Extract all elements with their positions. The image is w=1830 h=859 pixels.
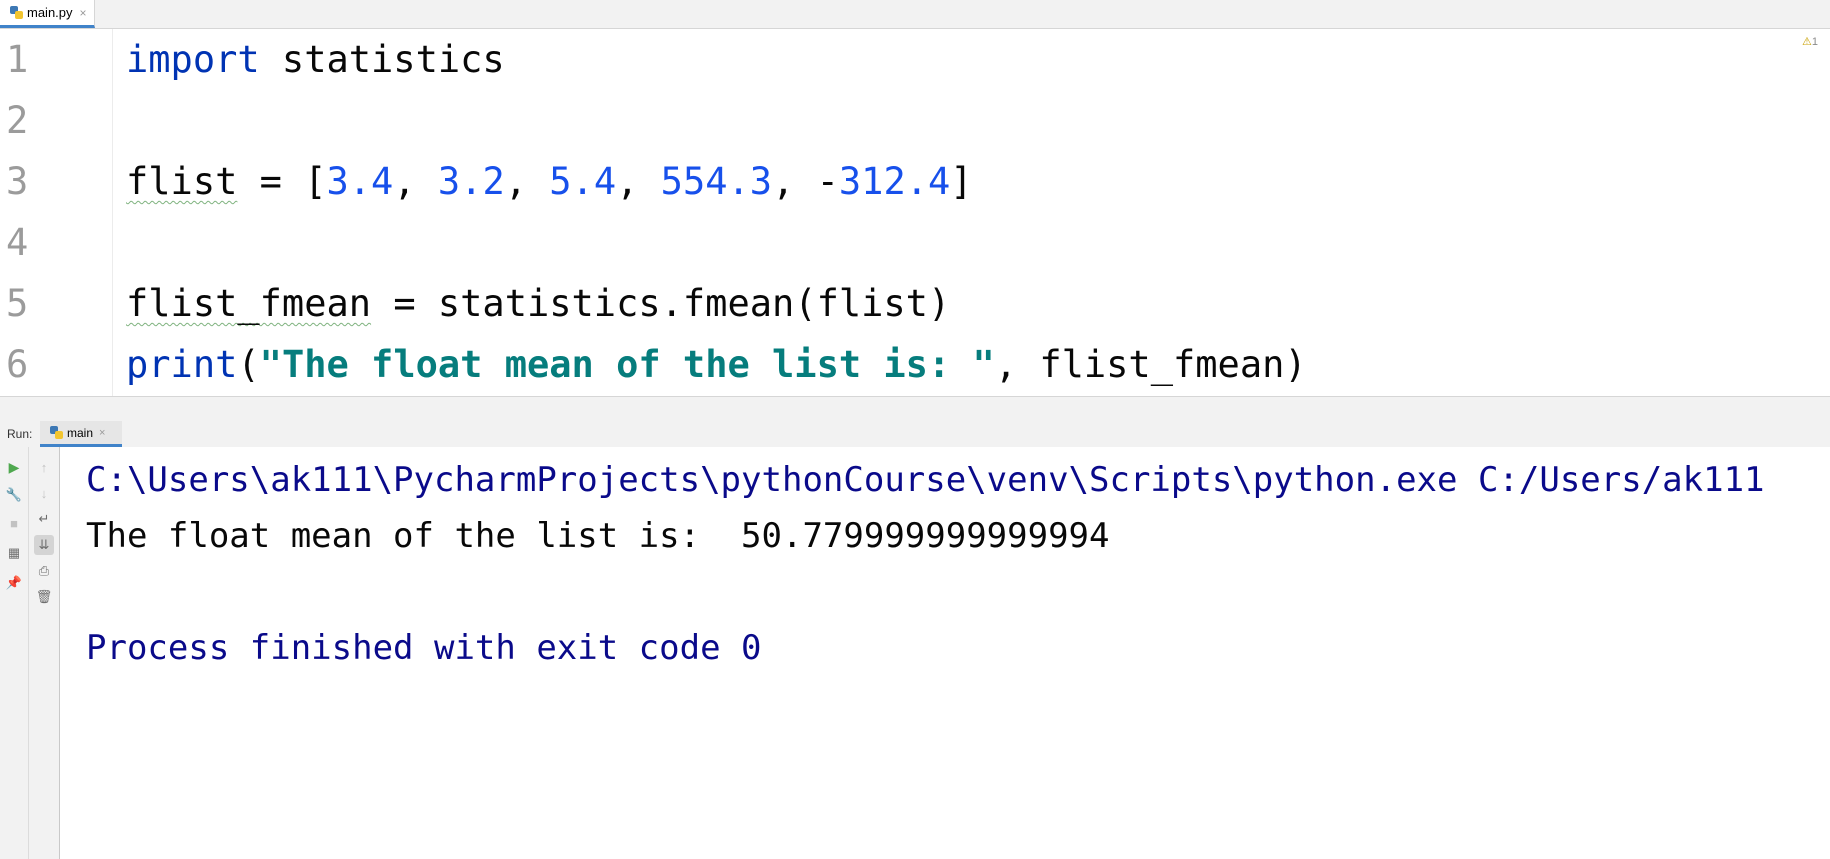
line-number: 3 [6, 160, 29, 203]
line-number: 4 [6, 221, 29, 264]
string-literal: "The float mean of the list is: " [259, 343, 995, 386]
number-literal: 312.4 [838, 160, 951, 203]
number-literal: 554.3 [660, 160, 773, 203]
run-toolbar-primary: ▶ 🔧 ■ ▦ 📌 [0, 447, 29, 859]
builtin-print: print [126, 343, 238, 386]
code-text: ( [237, 343, 260, 386]
print-icon[interactable]: ⎙ [34, 561, 54, 581]
editor-tab-bar: main.py × [0, 0, 1830, 29]
wrench-icon[interactable]: 🔧 [4, 485, 24, 505]
editor-tab-label: main.py [27, 5, 73, 20]
number-literal: 3.2 [437, 160, 505, 203]
run-label: Run: [7, 427, 33, 441]
code-text: = statistics.fmean(flist) [371, 282, 951, 325]
trash-icon[interactable]: 🗑 [34, 587, 54, 607]
arrow-up-icon[interactable]: ↑ [34, 457, 54, 477]
close-icon[interactable]: × [99, 427, 105, 439]
keyword-import: import [126, 38, 260, 81]
run-toolwindow-header: Run: main × [0, 421, 1830, 448]
rerun-icon[interactable]: ▶ [4, 457, 24, 477]
code-editor[interactable]: 1 2 3 4 5 6 import statistics flist = [3… [0, 29, 1830, 396]
console-command-line: C:\Users\ak111\PycharmProjects\pythonCou… [86, 460, 1765, 500]
line-number-gutter: 1 2 3 4 5 6 [0, 29, 113, 396]
code-text: , flist_fmean) [994, 343, 1307, 386]
line-number: 6 [6, 343, 29, 386]
stop-icon[interactable]: ■ [4, 513, 24, 533]
arrow-down-icon[interactable]: ↓ [34, 483, 54, 503]
code-line-5[interactable]: flist_fmean = statistics.fmean(flist) [126, 273, 950, 334]
console-output[interactable]: C:\Users\ak111\PycharmProjects\pythonCou… [60, 447, 1830, 859]
number-literal: 5.4 [549, 160, 617, 203]
warning-count: 1 [1811, 36, 1818, 48]
scroll-to-end-icon[interactable]: ⇊ [34, 535, 54, 555]
code-text: , [616, 160, 661, 203]
code-line-6[interactable]: print("The float mean of the list is: ",… [126, 334, 1307, 395]
line-number: 2 [6, 99, 29, 142]
soft-wrap-icon[interactable]: ↵ [34, 509, 54, 529]
close-icon[interactable]: × [80, 6, 87, 20]
pin-icon[interactable]: 📌 [4, 573, 24, 593]
code-text: , - [772, 160, 839, 203]
code-text: , [504, 160, 550, 203]
console-output-line: The float mean of the list is: 50.779999… [86, 516, 1110, 556]
python-run-icon [50, 426, 63, 439]
number-literal: 3.4 [326, 160, 394, 203]
variable-flist-fmean: flist_fmean [126, 282, 372, 325]
panel-splitter[interactable] [0, 396, 1830, 422]
code-line-1[interactable]: import statistics [126, 29, 505, 90]
warning-icon: ⚠ [1802, 36, 1812, 48]
code-text: statistics [259, 38, 505, 81]
inspection-widget[interactable]: ⚠1 [1802, 35, 1818, 48]
code-text: ] [950, 160, 973, 203]
code-line-3[interactable]: flist = [3.4, 3.2, 5.4, 554.3, -312.4] [126, 151, 973, 212]
python-file-icon [10, 6, 23, 19]
run-tab-label: main [67, 425, 94, 440]
console-exit-line: Process finished with exit code 0 [86, 628, 762, 668]
code-text: = [ [237, 160, 327, 203]
editor-tab-main-py[interactable]: main.py × [0, 0, 95, 28]
layout-icon[interactable]: ▦ [4, 543, 24, 563]
variable-flist: flist [126, 160, 238, 203]
line-number: 1 [6, 38, 29, 81]
code-text: , [393, 160, 438, 203]
run-tab-main[interactable]: main × [40, 421, 122, 447]
run-toolbar-secondary: ↑ ↓ ↵ ⇊ ⎙ 🗑 [29, 447, 60, 859]
line-number: 5 [6, 282, 29, 325]
